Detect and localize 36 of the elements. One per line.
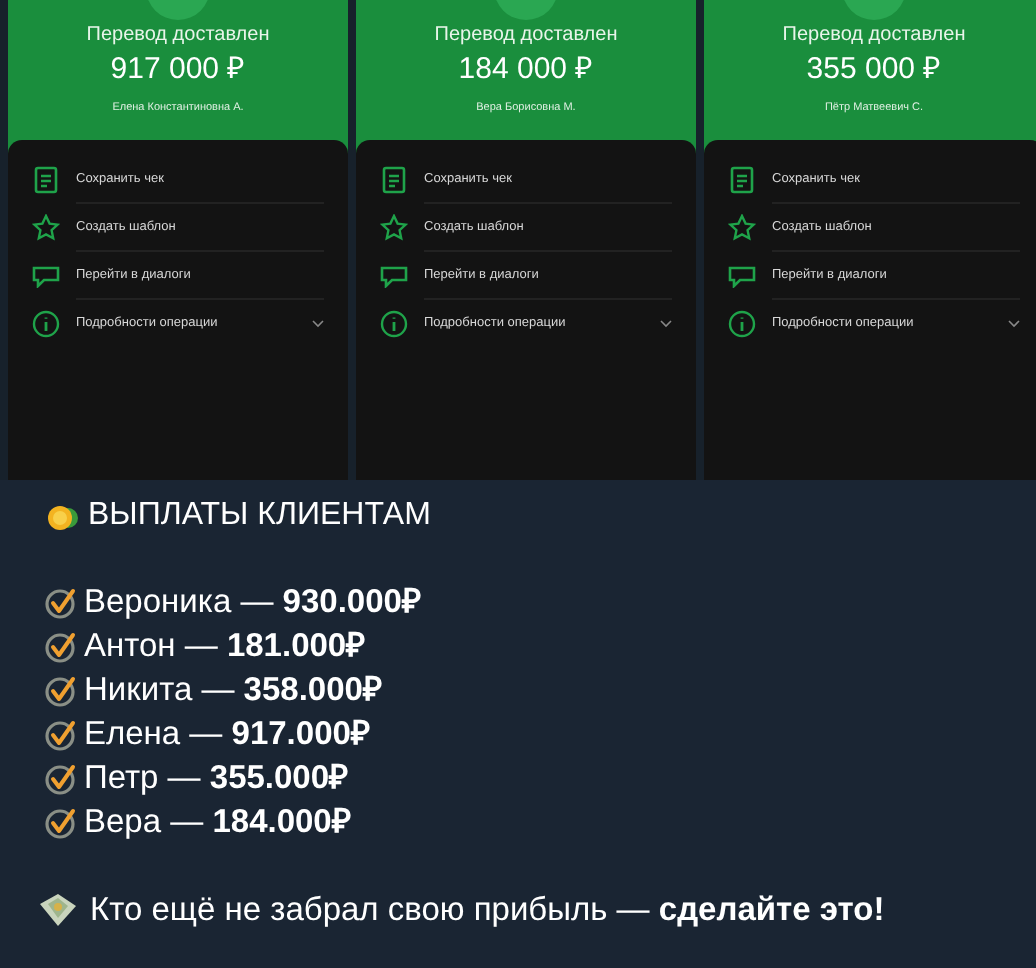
payout-line: Вероника — 930.000₽ [84, 581, 422, 624]
message-title: ВЫПЛАТЫ КЛИЕНТАМ [88, 496, 431, 536]
star-icon [728, 214, 756, 242]
transfer-amount: 355 000 ₽ [806, 52, 942, 88]
transfer-status: Перевод доставлен [86, 24, 270, 48]
chevron-down-icon [1008, 320, 1020, 328]
chat-icon [380, 264, 408, 288]
transfer-status: Перевод доставлен [782, 24, 966, 48]
document-icon [382, 166, 406, 194]
payout-line: Никита — 358.000₽ [84, 669, 383, 712]
payout-line: Петр — 355.000₽ [84, 757, 350, 800]
check-icon [44, 585, 78, 619]
star-icon [380, 214, 408, 242]
payout-line: Вера — 184.000₽ [84, 801, 352, 844]
payout-line: Антон — 181.000₽ [84, 625, 367, 668]
document-icon [34, 166, 58, 194]
payout-line: Елена — 917.000₽ [84, 713, 371, 756]
chat-icon [32, 264, 60, 288]
info-icon [32, 310, 60, 338]
transfer-status: Перевод доставлен [434, 24, 618, 48]
transfer-amount: 917 000 ₽ [110, 52, 246, 88]
coin-icon [44, 500, 80, 532]
info-icon [380, 310, 408, 338]
chevron-down-icon [312, 320, 324, 328]
message-footer: Кто ещё не забрал свою прибыль — сделайте это! [90, 885, 885, 935]
info-icon [728, 310, 756, 338]
check-icon [44, 673, 78, 707]
chevron-down-icon [660, 320, 672, 328]
star-icon [32, 214, 60, 242]
check-icon [44, 805, 78, 839]
check-icon [44, 761, 78, 795]
transfer-amount: 184 000 ₽ [458, 52, 594, 88]
document-icon [730, 166, 754, 194]
chat-icon [728, 264, 756, 288]
check-icon [44, 629, 78, 663]
check-icon [44, 717, 78, 751]
